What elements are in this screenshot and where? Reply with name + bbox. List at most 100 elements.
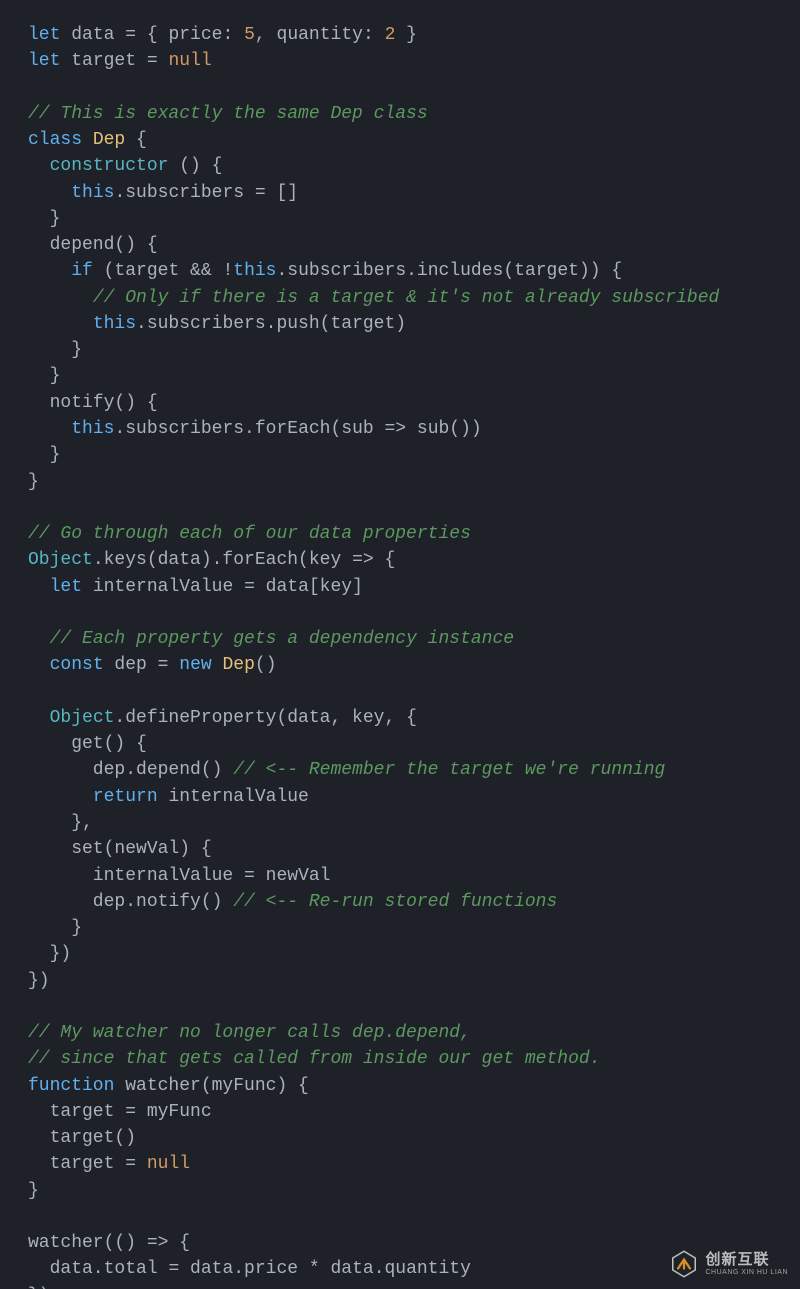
code-token: notify() { [28, 393, 158, 413]
code-token [28, 183, 71, 203]
code-token: { [168, 1233, 190, 1253]
code-token: dep.depend() [28, 760, 233, 780]
code-token [374, 25, 385, 45]
code-token: // Only if there is a target & it's not … [93, 288, 720, 308]
code-token: }) [28, 971, 50, 991]
code-token: let [50, 577, 93, 597]
code-token: && [190, 261, 212, 281]
code-token: newVal [255, 866, 331, 886]
code-token: () { [168, 156, 222, 176]
code-token: { [374, 550, 396, 570]
code-token: .keys(data).forEach(key [93, 550, 352, 570]
code-token: this [71, 419, 114, 439]
code-token [28, 629, 50, 649]
code-token: function [28, 1076, 125, 1096]
code-token: myFunc [136, 1102, 212, 1122]
code-token [28, 261, 71, 281]
code-token: 5 [244, 25, 255, 45]
code-token: .subscribers.forEach(sub [114, 419, 384, 439]
code-token: new [179, 655, 222, 675]
code-token: Object [28, 550, 93, 570]
code-token: Object [50, 708, 115, 728]
code-token: depend() { [28, 235, 158, 255]
code-token: = [168, 1259, 179, 1279]
code-token: } [395, 25, 417, 45]
code-token: Dep [93, 130, 125, 150]
code-token: internalValue [28, 866, 244, 886]
code-token: // Go through each of our data propertie… [28, 524, 471, 544]
code-token: , [255, 25, 266, 45]
code-token: watcher(() [28, 1233, 147, 1253]
watermark: 创新互联 CHUANG XIN HU LIAN [669, 1249, 788, 1279]
code-token: : [222, 25, 233, 45]
code-token: [] [266, 183, 298, 203]
code-token: constructor [50, 156, 169, 176]
code-token: data [71, 25, 125, 45]
code-token [28, 655, 50, 675]
code-token: 2 [385, 25, 396, 45]
code-token: { [125, 130, 147, 150]
code-token: target [28, 1154, 125, 1174]
code-token: // Each property gets a dependency insta… [50, 629, 514, 649]
watermark-logo-icon [669, 1249, 699, 1279]
code-token: => [352, 550, 374, 570]
code-token: dep.notify() [28, 892, 233, 912]
code-token: = [158, 655, 169, 675]
code-token: .subscribers.includes(target)) { [277, 261, 623, 281]
watermark-sub: CHUANG XIN HU LIAN [705, 1269, 788, 1276]
code-token: }) [28, 944, 71, 964]
code-token [28, 787, 93, 807]
code-token: = [125, 1154, 136, 1174]
code-token: => [384, 419, 406, 439]
code-token: target [71, 51, 147, 71]
code-token: this [93, 314, 136, 334]
code-token: internalValue [93, 577, 244, 597]
code-token: quantity [266, 25, 363, 45]
code-token: this [71, 183, 114, 203]
code-token: data.total [28, 1259, 168, 1279]
code-block: let data = { price: 5, quantity: 2 } let… [0, 0, 800, 1289]
code-token: set(newVal) { [28, 839, 212, 859]
code-token: data[key] [255, 577, 363, 597]
code-token: } [28, 1181, 39, 1201]
code-token [212, 261, 223, 281]
code-token: = [125, 1102, 136, 1122]
code-token: let [28, 25, 71, 45]
code-token: = [244, 577, 255, 597]
code-token [28, 314, 93, 334]
code-token [233, 25, 244, 45]
code-token: .subscribers [114, 183, 254, 203]
code-token: * [309, 1259, 320, 1279]
code-token: dep [114, 655, 157, 675]
code-token: // This is exactly the same Dep class [28, 104, 428, 124]
code-token [28, 708, 50, 728]
code-token [28, 419, 71, 439]
code-token: Dep [222, 655, 254, 675]
code-token: null [147, 1154, 190, 1174]
code-token: data.quantity [320, 1259, 471, 1279]
code-token: => [147, 1233, 169, 1253]
code-token: // My watcher no longer calls dep.depend… [28, 1023, 471, 1043]
code-token: .subscribers.push(target) [136, 314, 406, 334]
code-token [28, 156, 50, 176]
code-token: class [28, 130, 93, 150]
watermark-main: 创新互联 [705, 1252, 788, 1267]
code-token: sub()) [406, 419, 482, 439]
code-token: } [28, 209, 60, 229]
code-token: (target [93, 261, 190, 281]
code-token: : [363, 25, 374, 45]
code-token: watcher(myFunc) { [125, 1076, 309, 1096]
code-token [158, 51, 169, 71]
code-token: { price [136, 25, 222, 45]
code-token: = [147, 51, 158, 71]
code-token: let [28, 51, 71, 71]
code-token: } [28, 340, 82, 360]
code-token: .defineProperty(data, key, { [114, 708, 416, 728]
code-token: }, [28, 813, 93, 833]
code-token [168, 655, 179, 675]
code-token: = [125, 25, 136, 45]
code-token: } [28, 472, 39, 492]
code-token: } [28, 445, 60, 465]
code-token [28, 288, 93, 308]
code-token: () [255, 655, 277, 675]
